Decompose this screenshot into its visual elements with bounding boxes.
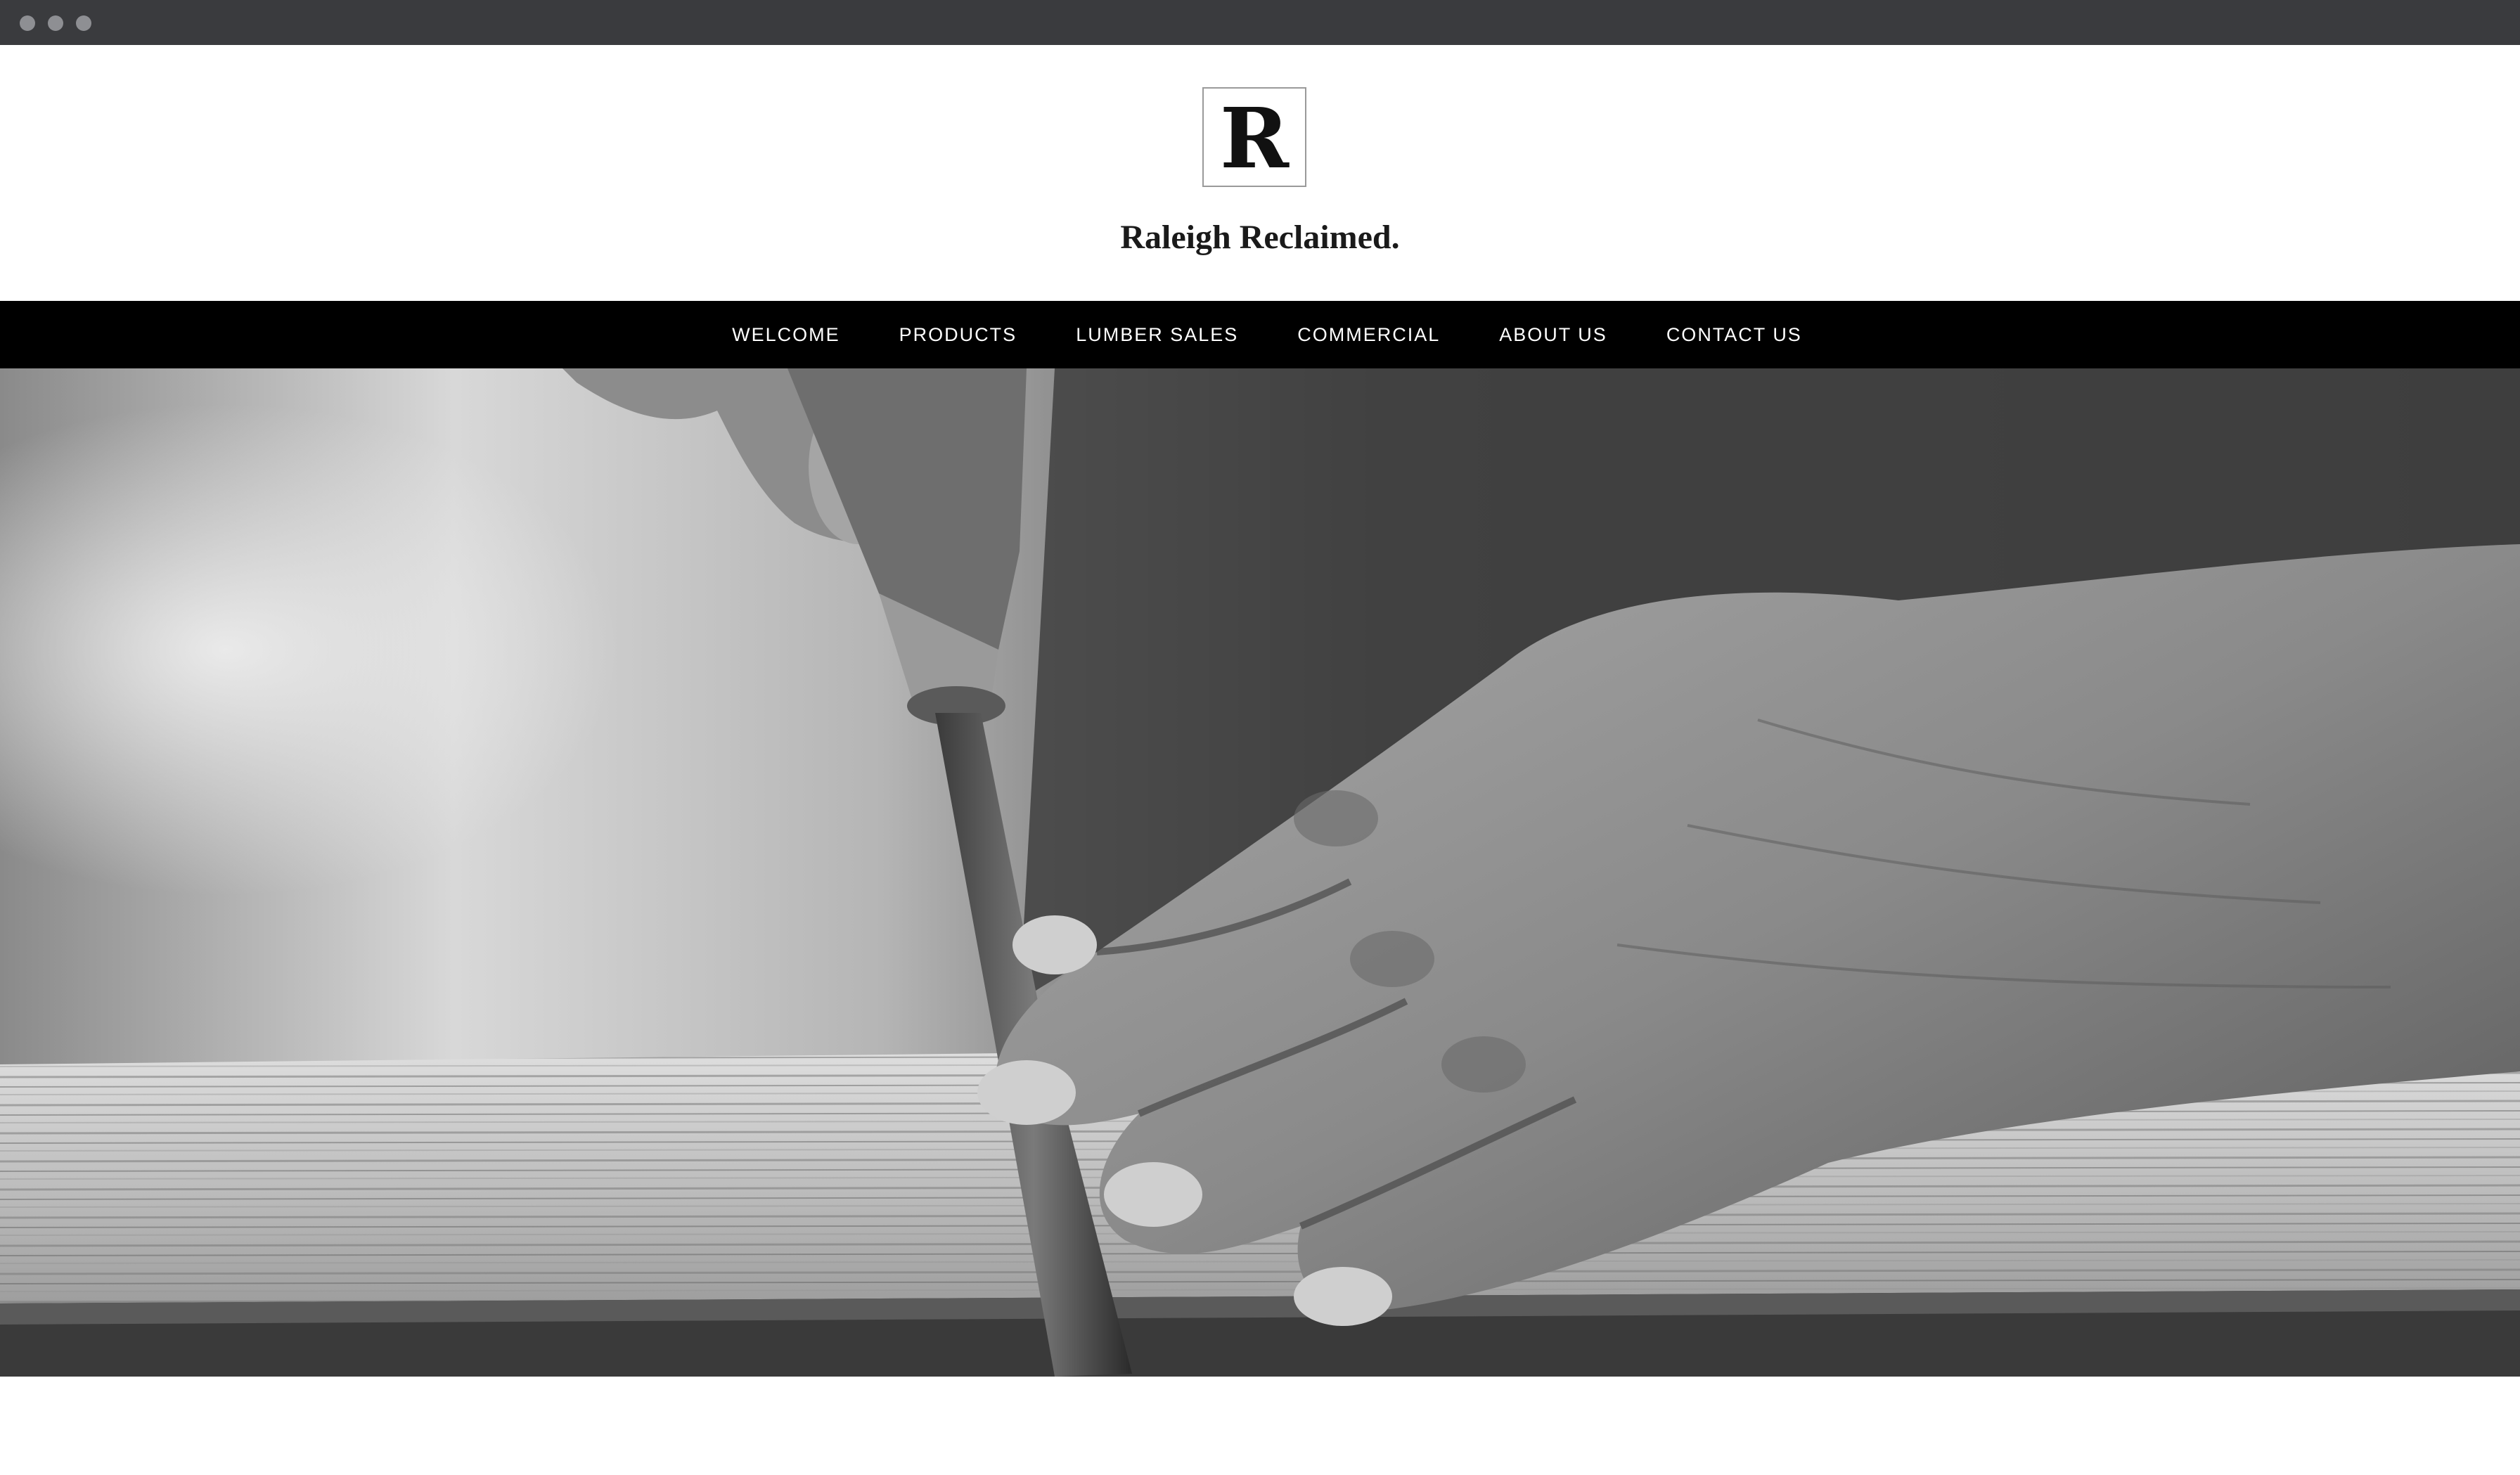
site-header: R Raleigh Reclaimed. xyxy=(0,45,2520,301)
site-title[interactable]: Raleigh Reclaimed. xyxy=(0,218,2520,257)
window-maximize-dot[interactable] xyxy=(76,15,91,31)
nav-item-welcome[interactable]: WELCOME xyxy=(732,324,840,346)
nav-item-products[interactable]: PRODUCTS xyxy=(899,324,1017,346)
main-navigation: WELCOME PRODUCTS LUMBER SALES COMMERCIAL… xyxy=(0,301,2520,368)
browser-chrome-bar xyxy=(0,0,2520,45)
window-minimize-dot[interactable] xyxy=(48,15,63,31)
nav-item-about-us[interactable]: ABOUT US xyxy=(1499,324,1607,346)
site-logo[interactable]: R xyxy=(1202,87,1306,187)
page-bottom-spacer xyxy=(0,1377,2520,1475)
logo-letter: R xyxy=(1219,89,1290,187)
hero-image xyxy=(0,368,2520,1377)
nav-item-lumber-sales[interactable]: LUMBER SALES xyxy=(1076,324,1238,346)
nav-list: WELCOME PRODUCTS LUMBER SALES COMMERCIAL… xyxy=(702,324,1832,346)
woodworking-hands-photo-icon xyxy=(0,368,2520,1377)
nav-item-contact-us[interactable]: CONTACT US xyxy=(1666,324,1802,346)
window-close-dot[interactable] xyxy=(20,15,35,31)
nav-item-commercial[interactable]: COMMERCIAL xyxy=(1297,324,1440,346)
